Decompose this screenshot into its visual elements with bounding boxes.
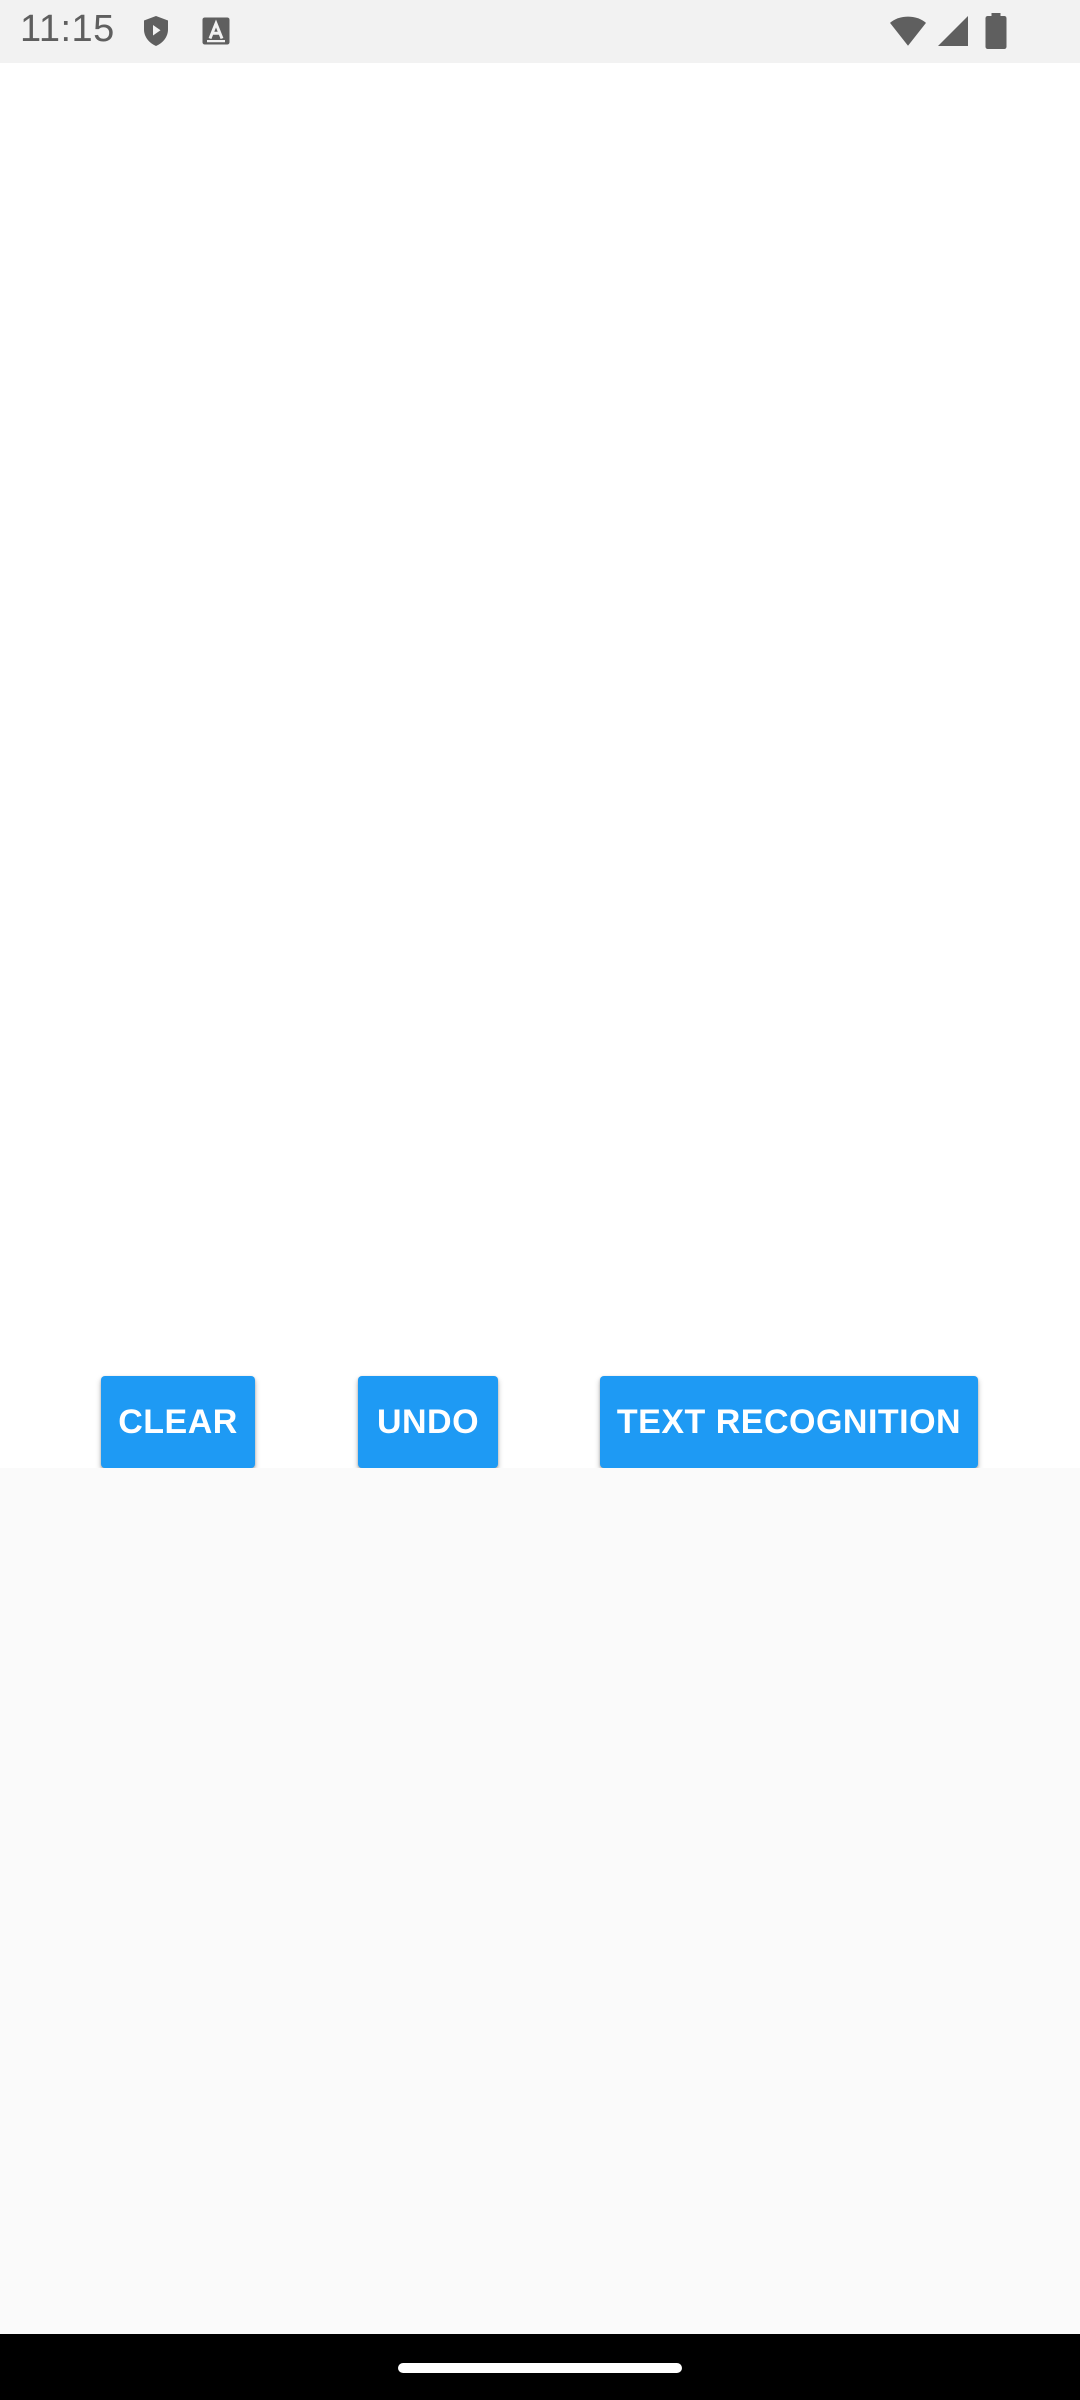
wifi-icon — [888, 13, 928, 49]
drawing-canvas[interactable] — [0, 63, 1080, 1468]
clear-button[interactable]: CLEAR — [101, 1376, 255, 1468]
text-recognition-button[interactable]: TEXT RECOGNITION — [600, 1376, 978, 1468]
navigation-bar — [0, 2334, 1080, 2400]
status-bar: 11:15 — [0, 0, 1080, 63]
status-time: 11:15 — [20, 8, 115, 50]
undo-button[interactable]: UNDO — [358, 1376, 498, 1468]
battery-icon — [984, 13, 1008, 49]
result-area — [0, 1468, 1080, 2334]
font-a-icon — [198, 13, 234, 49]
cell-signal-icon — [935, 13, 971, 49]
app-screen: 11:15 CLEAR UNDO TEXT RECOGNITION — [0, 0, 1080, 2400]
home-gesture-handle[interactable] — [398, 2363, 682, 2373]
shield-play-icon — [138, 13, 174, 49]
